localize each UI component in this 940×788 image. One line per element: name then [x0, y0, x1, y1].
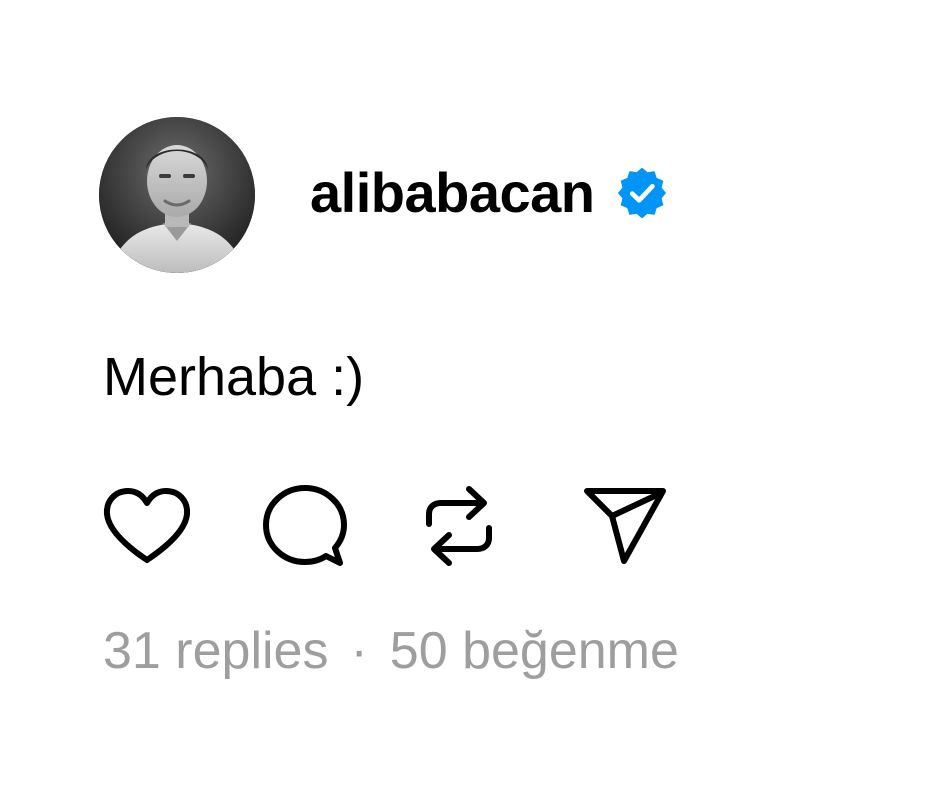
avatar[interactable]: [99, 117, 255, 273]
send-icon: [584, 488, 666, 564]
likes-count[interactable]: 50 beğenme: [390, 620, 679, 682]
thread-post: alibabacan Merhaba :) 31 replies · 50 be…: [0, 0, 940, 788]
reply-button[interactable]: [263, 484, 353, 568]
verified-badge-icon: [618, 167, 667, 219]
username-row: alibabacan: [310, 165, 668, 221]
replies-count[interactable]: 31 replies: [103, 620, 328, 682]
comment-icon: [263, 485, 347, 566]
post-text: Merhaba :): [103, 347, 365, 407]
share-button[interactable]: [583, 484, 673, 568]
stats-separator: ·: [350, 622, 368, 680]
like-button[interactable]: [103, 484, 193, 568]
post-header: alibabacan: [99, 117, 668, 273]
repost-icon: [426, 486, 492, 566]
post-stats: 31 replies · 50 beğenme: [103, 620, 679, 682]
heart-icon: [103, 488, 191, 563]
repost-button[interactable]: [423, 484, 513, 568]
action-bar: [103, 484, 673, 568]
username[interactable]: alibabacan: [310, 165, 595, 221]
